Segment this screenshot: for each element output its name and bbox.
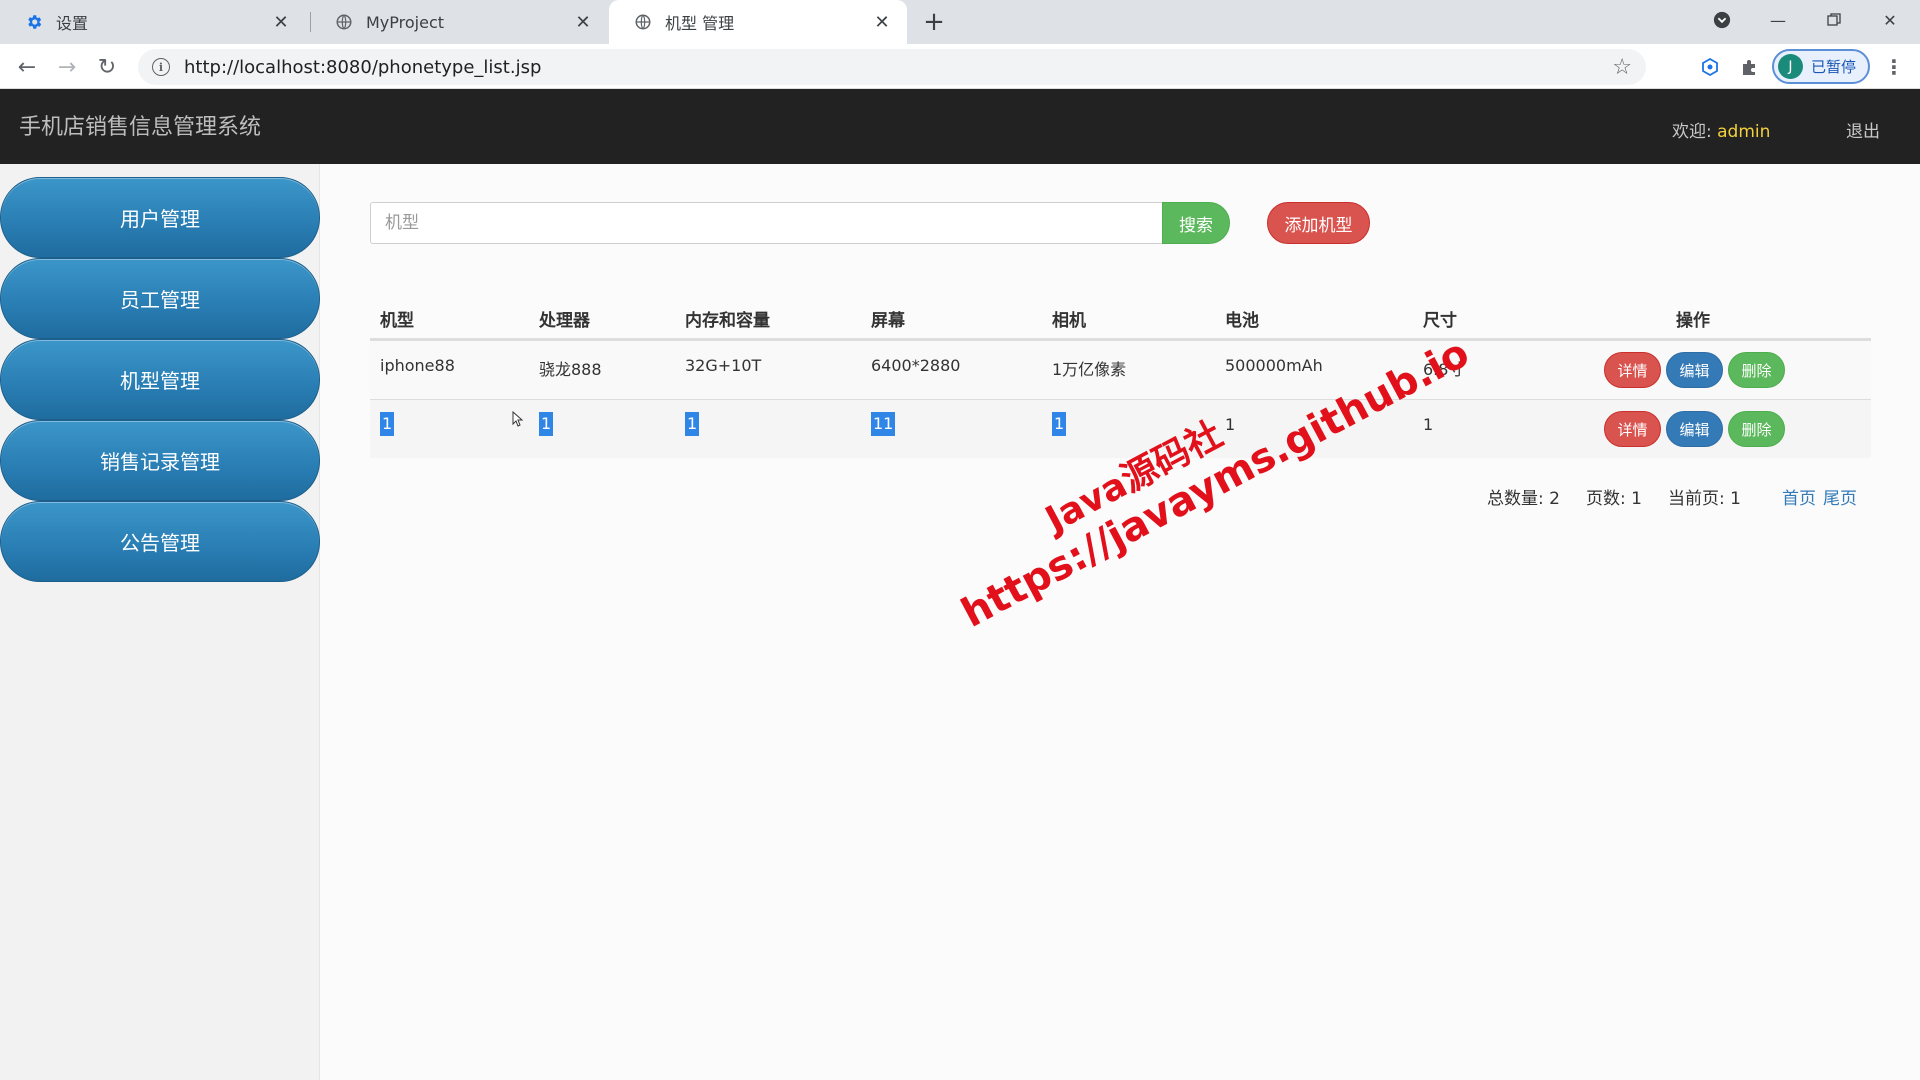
pagination-total: 总数量: 2 [1487,484,1560,509]
table-cell: 1 [685,412,700,436]
delete-button[interactable]: 删除 [1728,411,1785,447]
browser-toolbar: ← → ↻ i http://localhost:8080/phonetype_… [0,44,1920,89]
column-header: 操作 [1676,311,1710,331]
phone-type-table: 机型 处理器 内存和容量 屏幕 相机 电池 尺寸 操作 iphone88 骁龙8… [370,296,1871,458]
avatar: J [1778,54,1803,79]
mouse-cursor-icon [512,410,524,431]
pages-label: 页数: [1586,489,1626,509]
profile-status: 已暂停 [1811,58,1857,76]
search-button[interactable]: 搜索 [1162,202,1230,244]
table-cell: 1 [539,412,554,436]
address-bar[interactable]: i http://localhost:8080/phonetype_list.j… [138,49,1646,85]
total-label: 总数量: [1487,489,1544,509]
welcome-label: 欢迎: [1672,122,1712,142]
total-value: 2 [1549,489,1560,509]
table-cell: 11 [871,412,896,436]
tab-search-icon[interactable] [1694,0,1750,40]
table-cell: 骁龙888 [539,360,602,379]
globe-icon [633,12,653,32]
pagination-pages: 页数: 1 [1586,484,1642,509]
column-header: 相机 [1052,311,1086,331]
welcome-text: 欢迎: admin [1672,117,1770,142]
close-icon[interactable]: ✕ [270,11,292,33]
sidebar: 用户管理 员工管理 机型管理 销售记录管理 公告管理 [0,164,320,1080]
restore-icon[interactable] [1806,0,1862,40]
column-header: 电池 [1225,311,1259,331]
tab-title: 机型 管理 [665,14,735,33]
new-tab-icon[interactable]: + [918,6,950,38]
current-value: 1 [1730,489,1741,509]
table-header: 机型 处理器 内存和容量 屏幕 相机 电池 尺寸 操作 [370,296,1871,340]
table-cell: iphone88 [380,356,455,375]
table-cell: 1 [380,412,395,436]
table-cell: 32G+10T [685,356,762,375]
column-header: 处理器 [539,311,590,331]
minimize-icon[interactable]: — [1750,0,1806,40]
url-text: http://localhost:8080/phonetype_list.jsp [184,56,542,78]
tab-phonetype[interactable]: 机型 管理 ✕ [609,0,907,44]
sidebar-item-sales-records[interactable]: 销售记录管理 [0,420,320,501]
sidebar-item-announcements[interactable]: 公告管理 [0,501,320,582]
add-phone-type-button[interactable]: 添加机型 [1267,202,1370,244]
column-header: 机型 [380,311,414,331]
search-input[interactable] [370,202,1164,244]
sidebar-item-users[interactable]: 用户管理 [0,177,320,258]
sidebar-item-employees[interactable]: 员工管理 [0,258,320,339]
reload-icon[interactable]: ↻ [90,50,124,84]
tab-settings[interactable]: 设置 ✕ [0,0,306,44]
column-header: 屏幕 [871,311,905,331]
globe-icon [334,12,354,32]
menu-kebab-icon[interactable]: ⋮ [1882,53,1906,81]
table-cell: 6400*2880 [871,356,961,375]
logout-link[interactable]: 退出 [1846,117,1880,142]
table-cell: 1 [1052,412,1067,436]
tab-title: 设置 [56,14,89,33]
close-window-icon[interactable]: ✕ [1862,0,1918,40]
bookmark-star-icon[interactable]: ☆ [1612,55,1632,80]
tab-myproject[interactable]: MyProject ✕ [310,0,608,44]
forward-icon[interactable]: → [50,50,84,84]
last-page-link[interactable]: 尾页 [1823,484,1857,509]
username: admin [1717,122,1771,142]
delete-button[interactable]: 删除 [1728,352,1785,388]
detail-button[interactable]: 详情 [1604,352,1661,388]
extension-icon[interactable] [1696,53,1724,81]
close-icon[interactable]: ✕ [572,11,594,33]
puzzle-icon[interactable] [1736,53,1764,81]
table-row: 1 1 1 11 1 1 1 详情 编辑 删除 [370,399,1871,458]
table-cell: 1 [1423,415,1434,434]
pagination-current: 当前页: 1 [1668,484,1741,509]
current-label: 当前页: [1668,489,1725,509]
column-header: 内存和容量 [685,311,770,331]
sidebar-item-phone-types[interactable]: 机型管理 [0,339,320,420]
table-cell: 1万亿像素 [1052,360,1127,379]
app-title: 手机店销售信息管理系统 [19,115,262,140]
close-icon[interactable]: ✕ [871,11,893,33]
profile-button[interactable]: J 已暂停 [1772,49,1870,84]
gear-icon [24,12,44,32]
tab-title: MyProject [366,12,445,32]
edit-button[interactable]: 编辑 [1666,411,1723,447]
edit-button[interactable]: 编辑 [1666,352,1723,388]
app-header: 手机店销售信息管理系统 欢迎: admin 退出 [0,89,1920,164]
pages-value: 1 [1631,489,1642,509]
browser-tabstrip: 设置 ✕ MyProject ✕ 机型 管理 ✕ + — ✕ [0,0,1920,44]
info-icon[interactable]: i [152,58,170,76]
first-page-link[interactable]: 首页 [1782,484,1816,509]
table-row: iphone88 骁龙888 32G+10T 6400*2880 1万亿像素 5… [370,340,1871,399]
back-icon[interactable]: ← [10,50,44,84]
detail-button[interactable]: 详情 [1604,411,1661,447]
